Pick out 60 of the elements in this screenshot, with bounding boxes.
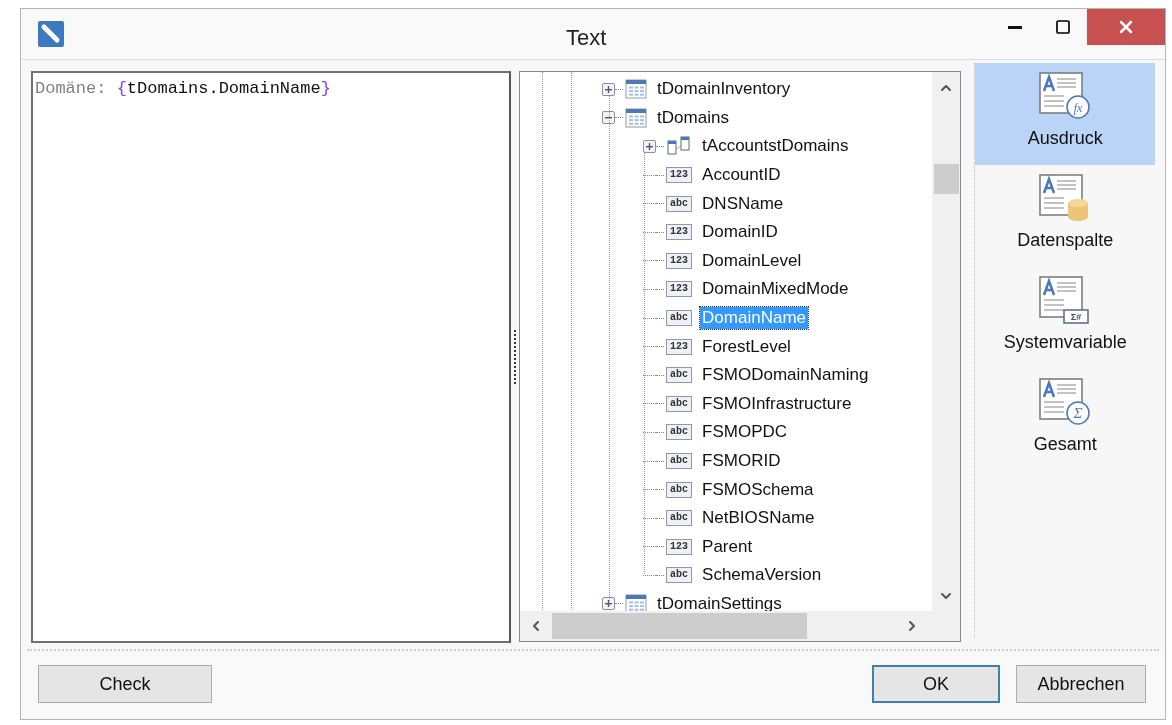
expand-icon[interactable] xyxy=(602,82,616,96)
field-type-icon: 123 xyxy=(666,224,693,241)
scrollbar-thumb[interactable] xyxy=(933,164,959,194)
table-icon xyxy=(625,107,648,128)
tree-item[interactable]: FSMODomainNaming xyxy=(700,364,871,387)
maximize-icon xyxy=(1055,19,1071,35)
editor-text: Domäne: {tDomains.DomainName} xyxy=(35,79,331,98)
expression-editor[interactable]: Domäne: {tDomains.DomainName} xyxy=(31,71,512,643)
expand-icon[interactable] xyxy=(602,597,616,611)
tree-item[interactable]: FSMOInfrastructure xyxy=(700,392,854,415)
field-type-icon: 123 xyxy=(666,538,693,555)
tree-item[interactable]: SchemaVersion xyxy=(700,564,824,587)
dialog-button[interactable]: OK xyxy=(872,665,1000,703)
splitter-handle[interactable] xyxy=(513,330,517,384)
insert-type-button[interactable]: fx Ausdruck xyxy=(975,63,1155,165)
expand-icon[interactable] xyxy=(643,140,657,153)
dialog-button[interactable]: Abbrechen xyxy=(1016,665,1146,703)
window-title: Text xyxy=(566,24,607,52)
field-type-icon: abc xyxy=(666,453,693,469)
tree-item[interactable]: tDomains xyxy=(655,106,731,129)
tree-item[interactable]: tDomainInventory xyxy=(655,78,793,101)
vertical-scrollbar[interactable] xyxy=(932,72,961,612)
field-type-icon: 123 xyxy=(666,281,693,298)
tree-item[interactable]: tDomainSettings xyxy=(655,593,784,612)
minimize-icon xyxy=(1008,25,1022,29)
table-icon xyxy=(625,79,648,100)
tree-item[interactable]: DNSName xyxy=(700,192,786,215)
insert-type-button[interactable]: Datenspalte xyxy=(975,165,1155,267)
tree-item[interactable]: Parent xyxy=(700,535,755,558)
tree-item[interactable]: ForestLevel xyxy=(700,335,793,358)
horizontal-scrollbar[interactable] xyxy=(520,611,961,641)
tree-item[interactable]: AccountID xyxy=(700,164,783,187)
tree-item[interactable]: FSMOSchema xyxy=(700,478,816,501)
table-icon xyxy=(625,594,648,612)
field-type-icon: abc xyxy=(666,395,693,412)
field-type-icon: 123 xyxy=(666,167,693,184)
relation-icon xyxy=(666,136,693,157)
field-type-icon: abc xyxy=(666,567,693,584)
check-button[interactable]: Check xyxy=(38,665,212,703)
tree-item[interactable]: DomainID xyxy=(700,221,780,244)
tree-item[interactable]: tAccountstDomains xyxy=(700,135,851,158)
scrollbar-thumb[interactable] xyxy=(552,613,808,639)
tree-item[interactable]: DomainMixedMode xyxy=(700,278,851,301)
insert-type-button[interactable]: Σ# Systemvariable xyxy=(975,267,1155,369)
collapse-icon[interactable] xyxy=(602,111,616,125)
app-icon xyxy=(38,21,64,47)
field-type-icon: 123 xyxy=(666,338,693,355)
tree-item[interactable]: NetBIOSName xyxy=(700,507,817,530)
field-type-icon: abc xyxy=(666,424,693,441)
field-type-icon: 123 xyxy=(666,252,693,269)
tree-item[interactable]: DomainLevel xyxy=(700,249,804,272)
insert-type-button[interactable]: Σ Gesamt xyxy=(975,369,1155,471)
field-type-icon: abc xyxy=(666,510,693,527)
close-button[interactable] xyxy=(1087,9,1165,45)
field-type-icon: abc xyxy=(666,481,693,498)
tree-item[interactable]: FSMOPDC xyxy=(700,421,790,444)
field-type-icon: abc xyxy=(666,367,693,384)
field-type-icon: abc xyxy=(666,195,693,212)
field-type-icon: abc xyxy=(666,310,693,327)
tree-item[interactable]: FSMORID xyxy=(700,450,783,472)
